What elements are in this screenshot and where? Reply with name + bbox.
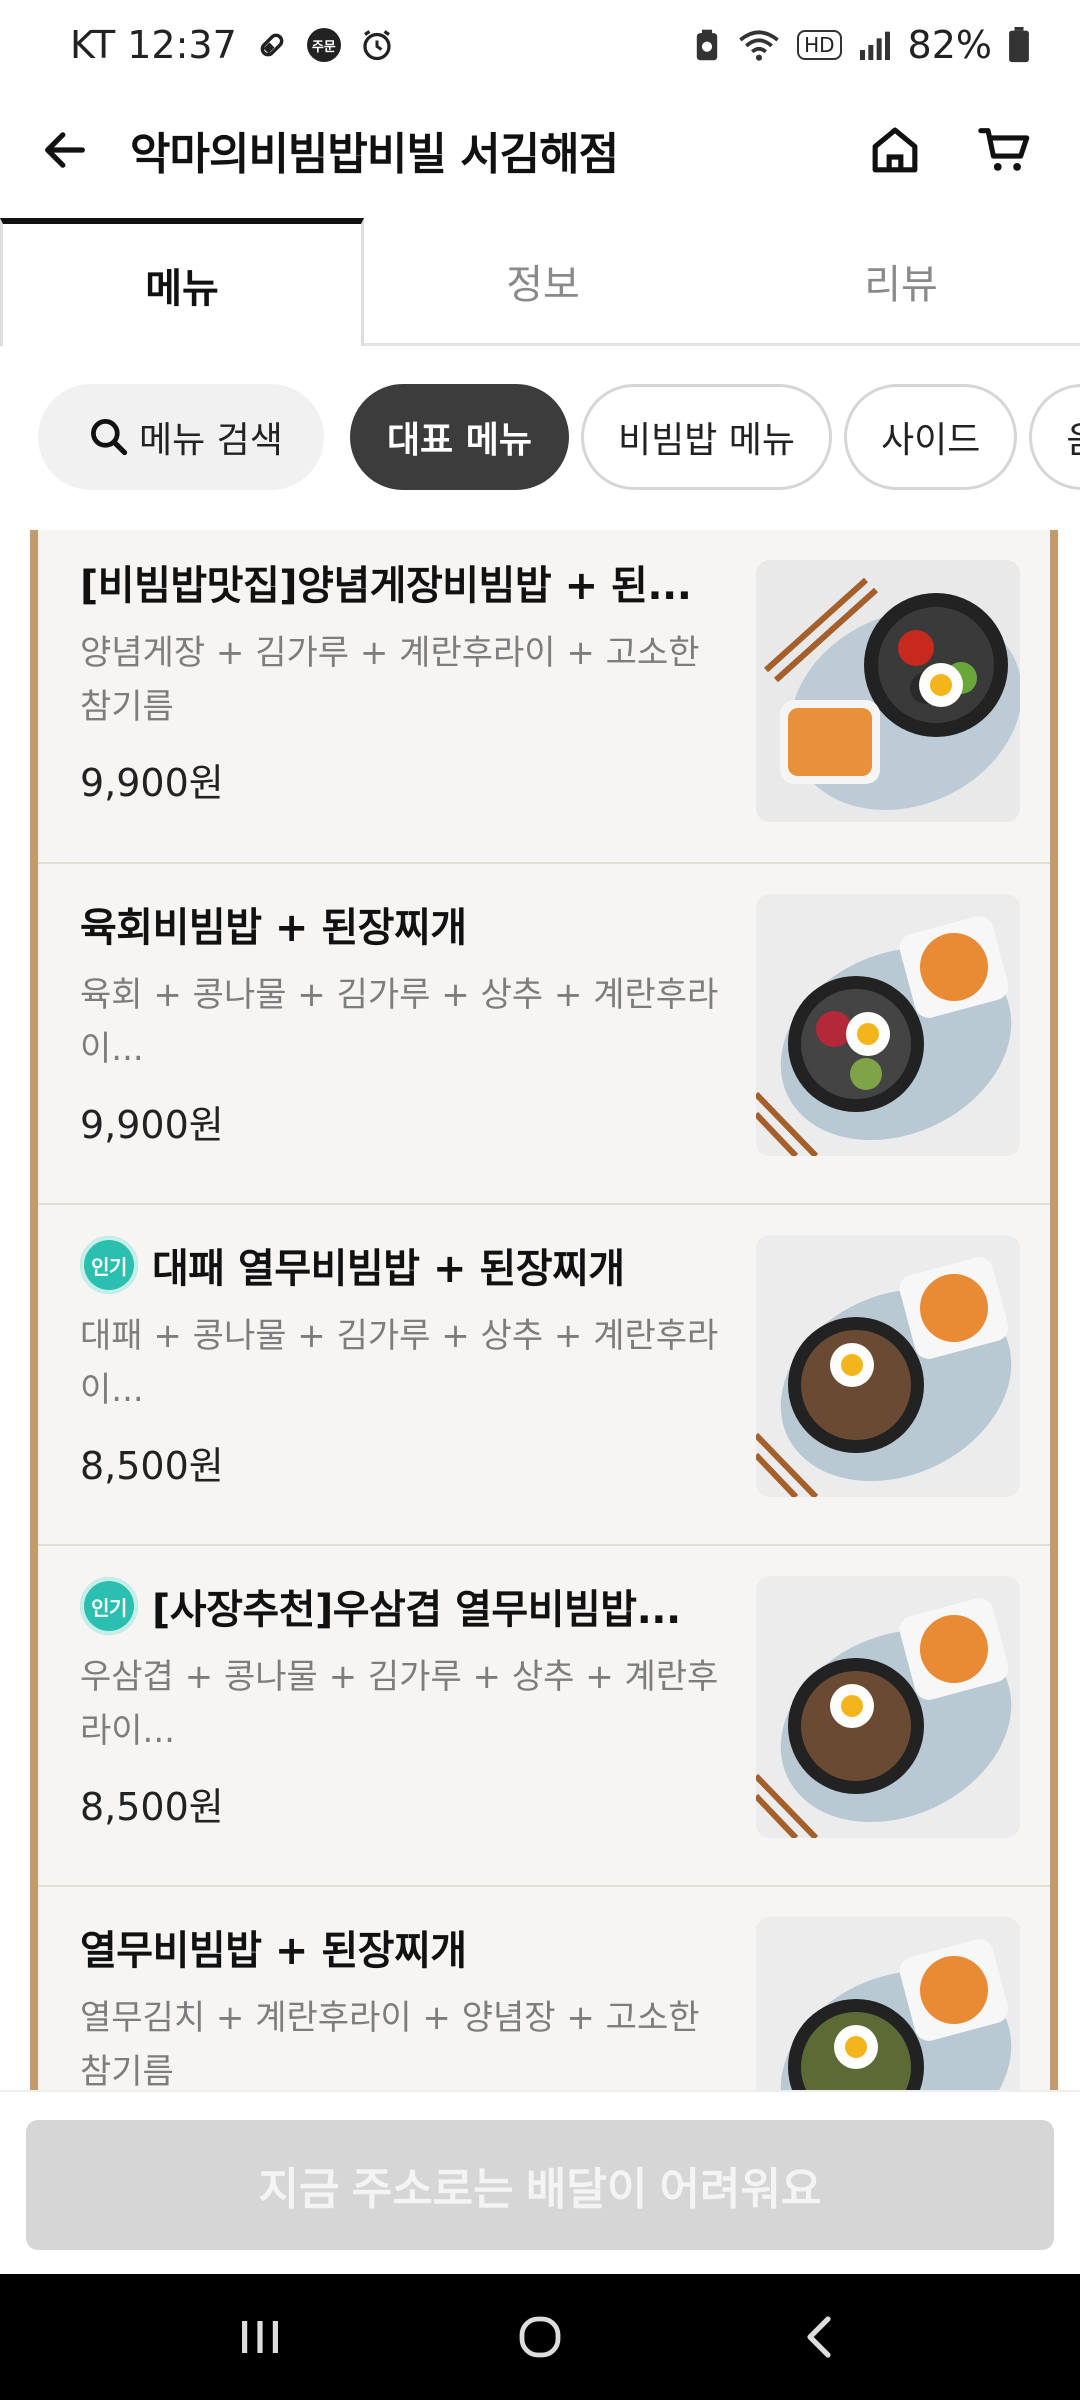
tab-reviews[interactable]: 리뷰 [722,218,1080,343]
recent-apps-button[interactable] [200,2287,320,2387]
menu-item-photo [756,894,1020,1156]
cart-button[interactable] [970,115,1040,185]
popular-badge: 인기 [80,1577,138,1635]
store-title: 악마의비빔밥비빌 서김해점 [130,129,619,180]
store-tabs: 메뉴 정보 리뷰 [0,218,1080,346]
menu-item[interactable]: [비빔밥맛집]양념게장비빔밥 + 된... 양념게장 + 김가루 + 계란후라이… [38,530,1050,864]
menu-item-description: 대패 + 콩나물 + 김가루 + 상추 + 계란후라이... [80,1316,719,1410]
menu-search-label: 메뉴 검색 [139,420,283,461]
arrow-left-icon [45,132,85,168]
menu-item-name: 열무비빔밥 + 된장찌개 [80,1928,467,1974]
delivery-unavailable-button[interactable]: 지금 주소로는 배달이 어려워요 [26,2120,1054,2250]
popular-badge: 인기 [80,1236,138,1294]
wifi-icon [737,28,781,62]
menu-item[interactable]: 인기 대패 열무비빔밥 + 된장찌개 대패 + 콩나물 + 김가루 + 상추 +… [38,1205,1050,1546]
menu-item-description: 육회 + 콩나물 + 김가루 + 상추 + 계란후라이... [80,975,719,1069]
battery-percent: 82% [907,23,992,67]
menu-item[interactable]: 인기 [사장추천]우삼겹 열무비빔밥... 우삼겹 + 콩나물 + 김가루 + … [38,1546,1050,1887]
battery-icon [1008,27,1030,63]
back-nav-button[interactable] [760,2287,880,2387]
menu-item-name: [비빔밥맛집]양념게장비빔밥 + 된... [80,563,692,609]
menu-search-button[interactable]: 메뉴 검색 [38,384,324,490]
menu-item[interactable]: 육회비빔밥 + 된장찌개 육회 + 콩나물 + 김가루 + 상추 + 계란후라이… [38,864,1050,1205]
chevron-left-icon [807,2316,831,2358]
menu-category-chips: 메뉴 검색 대표 메뉴 비빔밥 메뉴 사이드 음료 [0,382,1080,492]
search-icon [91,419,128,456]
menu-item-name: 육회비빔밥 + 된장찌개 [80,905,467,951]
chip-drinks[interactable]: 음료 [1029,384,1080,490]
chip-featured-menu[interactable]: 대표 메뉴 [349,384,569,490]
system-navigation-bar [0,2274,1080,2400]
menu-item-name: [사장추천]우삼겹 열무비빔밥... [152,1587,681,1633]
menu-list: [비빔밥맛집]양념게장비빔밥 + 된... 양념게장 + 김가루 + 계란후라이… [30,530,1058,2090]
chip-side[interactable]: 사이드 [844,384,1018,490]
home-button[interactable] [860,115,930,185]
home-nav-button[interactable] [480,2287,600,2387]
tab-menu[interactable]: 메뉴 [0,218,364,346]
menu-item-description: 양념게장 + 김가루 + 계란후라이 + 고소한 참기름 [80,633,700,727]
pill-icon [255,28,289,62]
menu-item-name: 대패 열무비빔밥 + 된장찌개 [152,1246,625,1292]
status-bar: KT 12:37 주문 HD 82% [0,0,1080,90]
app-header: 악마의비빔밥비빌 서김해점 [0,90,1080,210]
carrier-time: KT 12:37 [70,23,237,67]
hd-voice-icon: HD [797,30,842,60]
menu-item-photo [756,560,1020,822]
recent-apps-icon [242,2321,278,2353]
tab-info[interactable]: 정보 [364,218,722,343]
home-circle-icon [519,2316,561,2358]
menu-item-description: 우삼겹 + 콩나물 + 김가루 + 상추 + 계란후라이... [80,1657,719,1751]
menu-item-description: 열무김치 + 계란후라이 + 양념장 + 고소한 참기름 [80,1998,700,2090]
cart-icon [978,128,1030,171]
alarm-icon [359,27,395,63]
battery-saver-icon [693,28,721,62]
signal-icon [858,30,892,60]
menu-item-photo [756,1576,1020,1838]
home-icon [872,127,918,173]
bottom-cta-bar: 지금 주소로는 배달이 어려워요 [0,2090,1080,2274]
chip-bibimbap-menu[interactable]: 비빔밥 메뉴 [580,384,832,490]
order-notification-icon: 주문 [306,28,341,62]
back-button[interactable] [0,90,130,210]
menu-item-photo [756,1917,1020,2090]
menu-item[interactable]: 열무비빔밥 + 된장찌개 열무김치 + 계란후라이 + 양념장 + 고소한 참기… [38,1887,1050,2090]
menu-item-photo [756,1235,1020,1497]
